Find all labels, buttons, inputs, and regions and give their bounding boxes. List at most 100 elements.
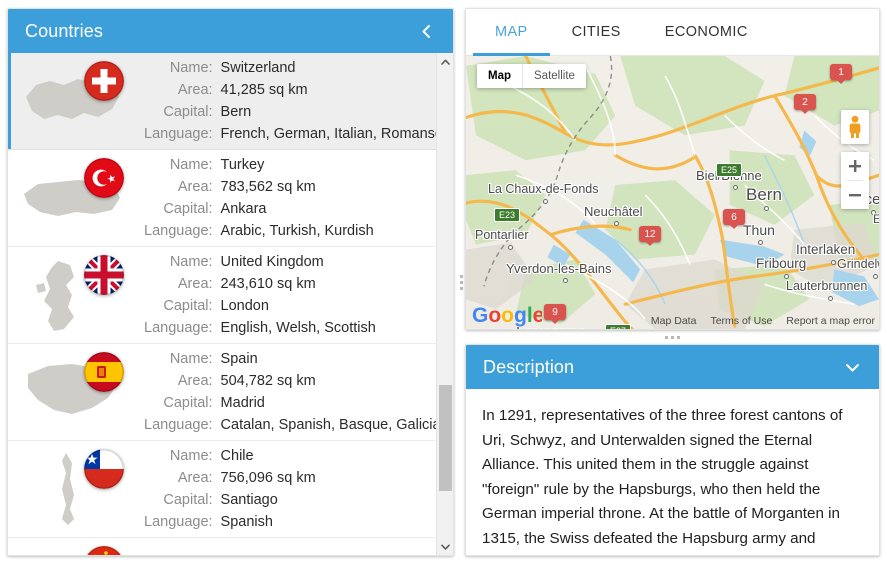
map-city-dot-icon	[872, 273, 878, 279]
field-label-capital: Capital:	[163, 395, 213, 411]
field-label-name: Name:	[169, 351, 213, 367]
scrollbar-thumb[interactable]	[439, 385, 452, 491]
country-list-item-china[interactable]: Name:China	[8, 538, 436, 555]
country-list-item-united-kingdom[interactable]: Name: United Kingdom Area: 243,610 sq km Cap…	[8, 247, 436, 344]
map-type-control[interactable]: Map Satellite	[477, 64, 586, 88]
field-label-area: Area:	[177, 373, 213, 389]
chevron-left-icon[interactable]	[413, 18, 439, 44]
field-label-capital: Capital:	[163, 201, 213, 217]
street-view-pegman-icon[interactable]	[841, 110, 869, 144]
country-list-item-chile[interactable]: Name: Chile Area: 756,096 sq km Capital: Sant…	[8, 441, 436, 538]
tab-bar: MAP CITIES ECONOMIC	[466, 9, 879, 56]
horizontal-splitter-handle[interactable]	[465, 330, 880, 344]
map-marker-pin[interactable]: 6	[723, 209, 745, 229]
map-credit-link[interactable]: Map Data	[651, 315, 697, 327]
country-fields: Name: Spain Area: 504,782 sq km Capital: Madr…	[140, 348, 436, 436]
vertical-splitter-handle[interactable]	[457, 0, 465, 564]
field-label-name: Name:	[169, 60, 213, 76]
field-label-name: Name:	[169, 254, 213, 270]
description-text: In 1291, representatives of the three fo…	[482, 407, 857, 555]
map-city-dot-icon	[543, 198, 549, 204]
country-thumbnail	[12, 152, 140, 244]
field-label-capital: Capital:	[163, 492, 213, 508]
map-city-dot-icon	[763, 206, 769, 211]
field-value-name: United Kingdom	[220, 254, 324, 270]
map-marker-pin[interactable]: 9	[544, 304, 566, 324]
field-label-name: Name:	[169, 448, 213, 464]
switzerland-flag-icon	[84, 61, 124, 101]
page-title: Countries	[25, 20, 103, 41]
map-road-shield: E25	[716, 163, 743, 177]
united-kingdom-flag-icon	[84, 255, 124, 295]
map-zoom-controls[interactable]	[841, 152, 869, 209]
country-list-item-switzerland[interactable]: Name: Switzerland Area: 41,285 sq km Capital…	[8, 53, 436, 150]
map-marker-pin[interactable]: 12	[639, 226, 661, 246]
scroll-down-arrow-icon[interactable]	[437, 538, 453, 555]
country-list-item-spain[interactable]: Name: Spain Area: 504,782 sq km Capital: Madr…	[8, 344, 436, 441]
map-city-dot-icon	[831, 259, 837, 265]
field-value-area: 783,562 sq km	[220, 179, 316, 195]
zoom-in-button[interactable]	[841, 152, 869, 180]
field-value-capital: Ankara	[220, 201, 267, 217]
countries-scrollbar[interactable]	[436, 53, 453, 555]
field-value-capital: Bern	[220, 104, 252, 120]
description-title: Description	[483, 356, 575, 377]
field-value-capital: London	[220, 298, 269, 314]
field-value-area: 504,782 sq km	[220, 373, 316, 389]
map-marker-pin[interactable]: 2	[794, 94, 816, 114]
map-city-dot-icon	[828, 295, 834, 301]
splitter-dots-icon	[665, 335, 680, 339]
country-fields: Name: Switzerland Area: 41,285 sq km Capital…	[140, 57, 436, 145]
country-list-item-turkey[interactable]: Name: Turkey Area: 783,562 sq km Capital: Ank…	[8, 150, 436, 247]
tab-map[interactable]: MAP	[473, 9, 550, 56]
description-card: Description In 1291, representatives of …	[465, 344, 880, 556]
map-type-satellite-button[interactable]: Satellite	[522, 64, 586, 88]
country-thumbnail	[12, 443, 140, 535]
map-road-shield: E23	[494, 208, 521, 222]
country-thumbnail	[12, 249, 140, 341]
map-type-map-button[interactable]: Map	[477, 64, 522, 88]
field-value-name: Turkey	[220, 157, 265, 173]
field-label-language: Language:	[144, 320, 213, 336]
map-credit-link[interactable]: Terms of Use	[710, 315, 772, 327]
map-city-dot-icon	[507, 244, 513, 250]
chevron-down-icon[interactable]	[839, 354, 865, 380]
map-city-dot-icon	[784, 273, 790, 279]
scroll-up-arrow-icon[interactable]	[437, 53, 453, 70]
tab-economic[interactable]: ECONOMIC	[643, 9, 770, 55]
country-fields: Name: Turkey Area: 783,562 sq km Capital: Ank…	[140, 154, 374, 242]
map-card: MAP CITIES ECONOMIC Map Satellite Googl …	[465, 8, 880, 330]
map-credits: Map Data Terms of Use Report a map error	[651, 315, 875, 327]
map-viewport[interactable]: Map Satellite Googl Map Data Terms of Us…	[466, 56, 879, 329]
zoom-out-button[interactable]	[841, 181, 869, 209]
field-label-language: Language:	[144, 514, 213, 530]
description-header: Description	[466, 345, 879, 389]
country-thumbnail	[12, 55, 140, 147]
field-value-language: Arabic, Turkish, Kurdish	[220, 223, 374, 239]
google-logo: Google	[472, 303, 544, 327]
svg-text:Google: Google	[472, 304, 542, 327]
field-label-capital: Capital:	[163, 104, 213, 120]
field-label-language: Language:	[144, 126, 213, 142]
field-value-language: Spanish	[220, 514, 273, 530]
chile-flag-icon	[84, 449, 124, 489]
field-label-language: Language:	[144, 223, 213, 239]
countries-list-wrapper: Name: Switzerland Area: 41,285 sq km Capital…	[8, 53, 453, 555]
field-label-area: Area:	[177, 179, 213, 195]
map-credit-link[interactable]: Report a map error	[786, 315, 875, 327]
field-value-capital: Santiago	[220, 492, 278, 508]
field-value-area: 41,285 sq km	[220, 82, 308, 98]
countries-panel-header: Countries	[8, 9, 453, 53]
field-value-capital: Madrid	[220, 395, 265, 411]
map-road-shield: E27	[605, 324, 632, 329]
field-label-area: Area:	[177, 82, 213, 98]
app-root: Countries Name: Switzerland Area: 41,285 sq…	[0, 0, 887, 564]
tab-cities[interactable]: CITIES	[550, 9, 643, 55]
countries-list[interactable]: Name: Switzerland Area: 41,285 sq km Capital…	[8, 53, 436, 555]
right-column: MAP CITIES ECONOMIC Map Satellite Googl …	[465, 8, 880, 556]
field-value-language: Catalan, Spanish, Basque, Galician	[220, 417, 436, 433]
field-value-language: French, German, Italian, Romansch	[220, 126, 436, 142]
map-marker-pin[interactable]: 1	[830, 64, 852, 84]
field-value-name: Chile	[220, 448, 254, 464]
field-label-language: Language:	[144, 417, 213, 433]
